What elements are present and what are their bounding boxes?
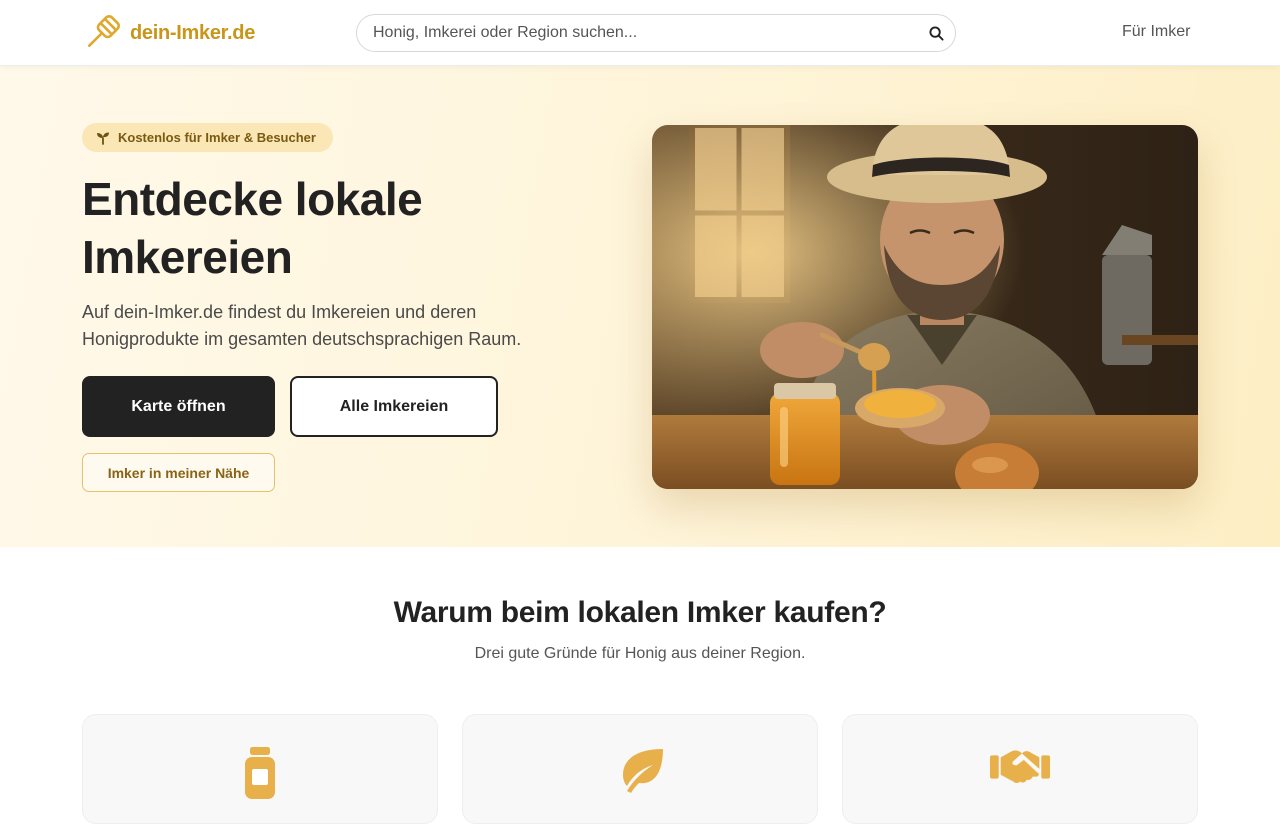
site-header: dein-Imker.de Für Imker [0,0,1280,66]
honey-jar-icon [230,747,290,803]
beekeeper-honey-photo [652,125,1198,489]
reason-card [842,714,1198,824]
nearby-beekeepers-button[interactable]: Imker in meiner Nähe [82,453,275,492]
honey-dipper-icon [87,14,121,48]
logo-text: dein-Imker.de [130,21,256,44]
open-map-button[interactable]: Karte öffnen [82,376,275,437]
hero-section: Kostenlos für Imker & Besucher Entdecke … [0,66,1280,547]
search-button[interactable] [917,15,955,51]
hero-description: Auf dein-Imker.de findest du Imkereien u… [82,302,522,349]
badge-text: Kostenlos für Imker & Besucher [118,130,316,145]
search-input[interactable] [357,15,917,51]
all-beekeepers-button[interactable]: Alle Imkereien [290,376,498,437]
hero-title-line1: Entdecke lokale [82,173,423,225]
leaf-icon [610,747,670,803]
handshake-icon [990,747,1050,803]
logo[interactable]: dein-Imker.de [82,13,255,53]
search-bar [356,14,956,52]
reason-card [462,714,818,824]
hero-title: Entdecke lokale Imkereien [82,170,602,286]
section-title: Warum beim lokalen Imker kaufen? [393,596,887,629]
nav-for-beekeepers[interactable]: Für Imker [1122,23,1190,41]
free-badge: Kostenlos für Imker & Besucher [82,123,333,152]
section-subtitle: Drei gute Gründe für Honig aus deiner Re… [474,645,806,662]
sprout-icon [97,132,109,145]
reason-card [82,714,438,824]
search-icon [928,25,944,41]
hero-title-line2: Imkereien [82,231,293,283]
